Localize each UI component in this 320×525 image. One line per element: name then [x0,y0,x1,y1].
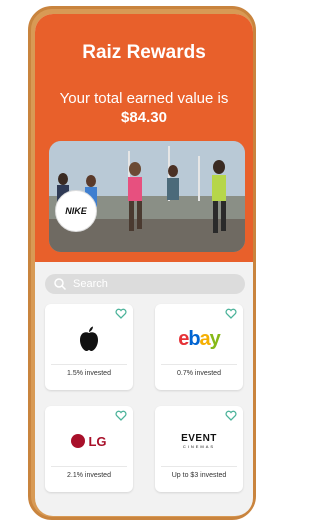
earned-label: Your total earned value is [59,90,229,107]
event-wordmark: EVENT CINEMAS [181,433,217,449]
lg-text: LG [88,433,107,449]
search-input[interactable]: Search [73,278,108,290]
apple-logo [45,318,133,360]
reward-caption: 2.1% invested [67,472,111,479]
lg-face-icon [71,434,86,448]
reward-caption: Up to $3 invested [171,472,227,479]
card-divider [161,466,237,467]
event-text: EVENT [181,433,217,444]
cinemas-text: CINEMAS [182,444,216,449]
reward-card-event-cinemas[interactable]: EVENT CINEMAS Up to $3 invested [155,406,243,492]
reward-card-apple[interactable]: 1.5% invested [45,304,133,390]
earned-value: $84.30 [121,109,167,126]
nike-logo: NIKE [55,190,97,232]
reward-card-ebay[interactable]: ebay 0.7% invested [155,304,243,390]
card-divider [51,364,127,365]
rewards-header: Raiz Rewards Your total earned value is … [35,14,253,262]
ebay-wordmark: ebay [178,327,221,350]
ebay-logo: ebay [155,318,243,360]
card-divider [51,466,127,467]
reward-caption: 1.5% invested [67,370,111,377]
search-bar[interactable]: Search [45,274,245,294]
page-title: Raiz Rewards [82,42,206,63]
apple-icon [80,326,98,351]
event-cinemas-logo: EVENT CINEMAS [155,420,243,462]
card-divider [161,364,237,365]
reward-caption: 0.7% invested [177,370,221,377]
app-screen: Raiz Rewards Your total earned value is … [35,14,253,516]
reward-card-lg[interactable]: LG 2.1% invested [45,406,133,492]
lg-wordmark: LG [71,433,107,449]
search-icon [54,278,67,291]
lg-logo: LG [45,420,133,462]
